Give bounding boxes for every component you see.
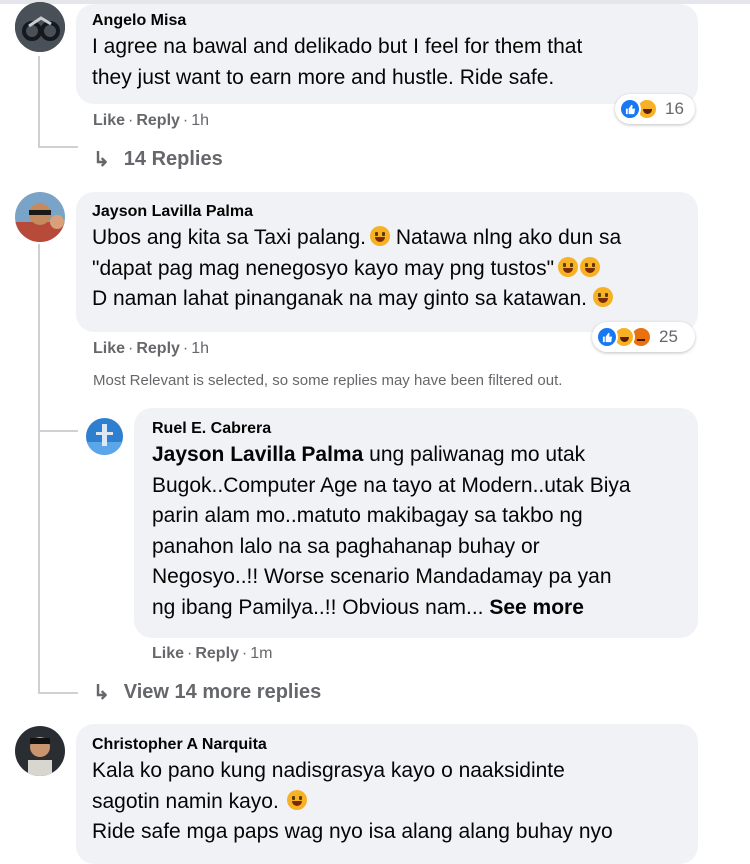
- like-link[interactable]: Like: [152, 645, 184, 662]
- view-more-replies-button[interactable]: ↳ View 14 more replies: [93, 680, 321, 705]
- laughing-emoji-icon: [558, 256, 579, 277]
- comment-time[interactable]: 1h: [191, 340, 209, 357]
- thread-line: [38, 56, 40, 148]
- comment-actions: Like · Reply · 1h: [93, 339, 209, 359]
- reaction-summary[interactable]: 25: [592, 322, 695, 352]
- more-replies-label: View 14 more replies: [123, 681, 322, 703]
- reply-text-line: Jayson Lavilla Palma ung paliwanag mo ut…: [152, 440, 682, 471]
- text-segment: "dapat pag mag nenegosyo kayo may png tu…: [92, 256, 555, 280]
- reaction-count: 25: [659, 327, 678, 346]
- reply-text-line: Bugok..Computer Age na tayo at Modern..u…: [152, 473, 631, 497]
- like-reaction-icon: [596, 326, 618, 348]
- grinning-sweat-emoji-icon: [369, 226, 390, 246]
- reply-arrow-icon: ↳: [93, 149, 110, 171]
- avatar-ruel-e-cabrera[interactable]: [86, 418, 123, 455]
- separator-dot: ·: [241, 645, 248, 662]
- reply-bubble: Ruel E. Cabrera Jayson Lavilla Palma ung…: [134, 408, 698, 638]
- reply-link[interactable]: Reply: [195, 645, 239, 662]
- comment-text-line: Ride safe mga paps wag nyo isa alang ala…: [92, 820, 613, 843]
- reply-link[interactable]: Reply: [136, 112, 180, 129]
- mention-link[interactable]: Jayson Lavilla Palma: [152, 443, 363, 466]
- reply-link[interactable]: Reply: [136, 340, 180, 357]
- avatar-christopher-a-narquita[interactable]: [15, 726, 65, 776]
- text-segment: D naman lahat pinanganak na may ginto sa…: [92, 287, 587, 310]
- comment-author[interactable]: Christopher A Narquita: [92, 734, 682, 756]
- comment-text-line: "dapat pag mag nenegosyo kayo may png tu…: [92, 254, 682, 285]
- comment-author[interactable]: Angelo Misa: [92, 10, 682, 32]
- reaction-count: 16: [665, 99, 684, 118]
- text-segment: sagotin namin kayo.: [92, 789, 279, 813]
- comment-text-line: D naman lahat pinanganak na may ginto sa…: [92, 284, 682, 315]
- see-more-link[interactable]: See more: [489, 596, 584, 619]
- reply-text-line: panahon lalo na sa paghahanap buhay or: [152, 534, 540, 558]
- comment-text-line: sagotin namin kayo.: [92, 787, 682, 818]
- separator-dot: ·: [182, 340, 189, 357]
- comment-time[interactable]: 1h: [191, 112, 209, 129]
- replies-label: 14 Replies: [123, 148, 223, 170]
- grinning-sweat-emoji-icon: [593, 287, 613, 307]
- like-link[interactable]: Like: [93, 340, 125, 357]
- comment-text-line: Ubos ang kita sa Taxi palang. Natawa nln…: [92, 223, 682, 254]
- laughing-emoji-icon: [580, 256, 601, 277]
- like-reaction-icon: [619, 98, 641, 120]
- reply-time[interactable]: 1m: [250, 645, 272, 662]
- separator-dot: ·: [182, 112, 189, 129]
- avatar-jayson-lavilla-palma[interactable]: [15, 192, 65, 242]
- like-link[interactable]: Like: [93, 112, 125, 129]
- comment-text-line: they just want to earn more and hustle. …: [92, 65, 555, 89]
- text-segment: ng ibang Pamilya..!! Obvious nam...: [152, 595, 484, 619]
- separator-dot: ·: [128, 112, 134, 129]
- view-replies-button[interactable]: ↳ 14 Replies: [93, 147, 223, 172]
- separator-dot: ·: [187, 645, 193, 662]
- comment-bubble: Jayson Lavilla Palma Ubos ang kita sa Ta…: [76, 192, 698, 332]
- rofl-emoji-icon: [286, 789, 307, 810]
- reply-actions: Like · Reply · 1m: [152, 644, 272, 664]
- comment-text-line: Kala ko pano kung nadisgrasya kayo o naa…: [92, 759, 565, 782]
- comment-actions: Like · Reply · 1h: [93, 111, 209, 131]
- text-segment: Ubos ang kita sa Taxi palang.: [92, 226, 366, 249]
- separator-dot: ·: [128, 340, 134, 357]
- thread-line: [38, 692, 78, 694]
- comment-text-line: I agree na bawal and delikado but I feel…: [92, 35, 583, 58]
- avatar-angelo-misa[interactable]: [15, 2, 65, 52]
- comment-bubble: Christopher A Narquita Kala ko pano kung…: [76, 724, 698, 864]
- comment-author[interactable]: Jayson Lavilla Palma: [92, 201, 682, 223]
- text-segment: Natawa nlng ako dun sa: [395, 226, 622, 249]
- reply-text-line: parin alam mo..matuto makibagay sa takbo…: [152, 504, 583, 527]
- reply-author[interactable]: Ruel E. Cabrera: [152, 418, 682, 440]
- text-segment: ung paliwanag mo utak: [369, 443, 586, 466]
- comment-bubble: Angelo Misa I agree na bawal and delikad…: [76, 4, 698, 104]
- thread-line: [38, 430, 78, 432]
- reply-arrow-icon: ↳: [93, 682, 110, 704]
- reply-text-line: ng ibang Pamilya..!! Obvious nam... See …: [152, 593, 682, 624]
- filter-note: Most Relevant is selected, so some repli…: [93, 372, 563, 389]
- thread-line: [38, 146, 78, 148]
- reply-text-line: Negosyo..!! Worse scenario Mandadamay pa…: [152, 565, 612, 588]
- thread-line: [38, 244, 40, 694]
- reaction-summary[interactable]: 16: [615, 94, 695, 124]
